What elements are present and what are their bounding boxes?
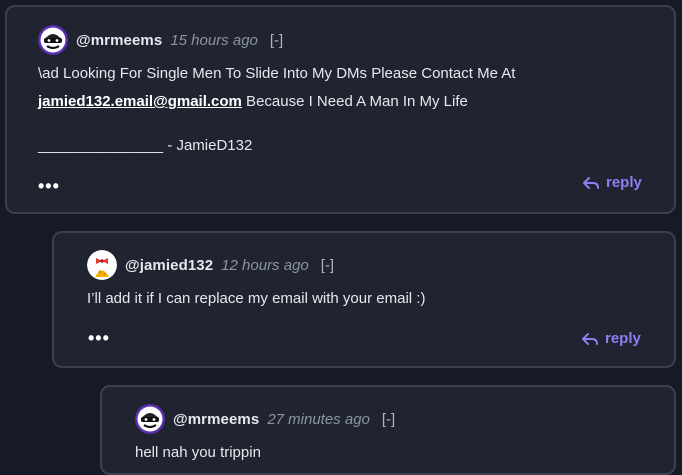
reply-arrow-icon [582,332,598,345]
comment-header: @mrmeems 27 minutes ago [-] [135,404,395,434]
username[interactable]: @mrmeems [173,411,259,428]
comment-header: @mrmeems 15 hours ago [-] [38,25,283,55]
comment-card: @jamied132 12 hours ago [-] I’ll add it … [52,231,676,368]
collapse-button[interactable]: [-] [382,411,395,428]
reply-label: reply [606,174,642,191]
comment-header: @jamied132 12 hours ago [-] [87,250,334,280]
user-avatar[interactable] [87,250,117,280]
more-options-icon[interactable]: ••• [38,177,60,195]
comment-card: @mrmeems 15 hours ago [-] \ad Looking Fo… [5,5,676,214]
collapse-button[interactable]: [-] [321,257,334,274]
timestamp: 27 minutes ago [267,410,370,428]
collapse-button[interactable]: [-] [270,32,283,49]
username[interactable]: @mrmeems [76,32,162,49]
comment-text-line: jamied132.email@gmail.com Because I Need… [38,88,658,116]
comment-text-line: hell nah you trippin [135,444,261,461]
comment-body: \ad Looking For Single Men To Slide Into… [38,60,658,160]
username[interactable]: @jamied132 [125,257,213,274]
timestamp: 15 hours ago [170,31,258,49]
masked-face-avatar-icon [38,25,68,55]
comment-text-line: I’ll add it if I can replace my email wi… [87,290,426,307]
masked-face-avatar-icon [135,404,165,434]
reply-label: reply [605,330,641,347]
comment-text-fragment: Because I Need A Man In My Life [241,93,468,110]
reply-button[interactable]: reply [581,330,641,347]
more-options-icon[interactable]: ••• [88,329,110,347]
email-link[interactable]: jamied132.email@gmail.com [38,93,242,110]
comment-body: hell nah you trippin [135,439,655,467]
reply-button[interactable]: reply [582,174,642,191]
reply-arrow-icon [583,176,599,189]
user-avatar[interactable] [38,25,68,55]
comment-body: I’ll add it if I can replace my email wi… [87,285,657,313]
user-avatar[interactable] [135,404,165,434]
comment-card: @mrmeems 27 minutes ago [-] hell nah you… [100,385,676,475]
comment-signature: _______________ - JamieD132 [38,137,253,154]
timestamp: 12 hours ago [221,256,309,274]
comment-text-line: \ad Looking For Single Men To Slide Into… [38,65,516,82]
bow-character-avatar-icon [87,250,117,280]
